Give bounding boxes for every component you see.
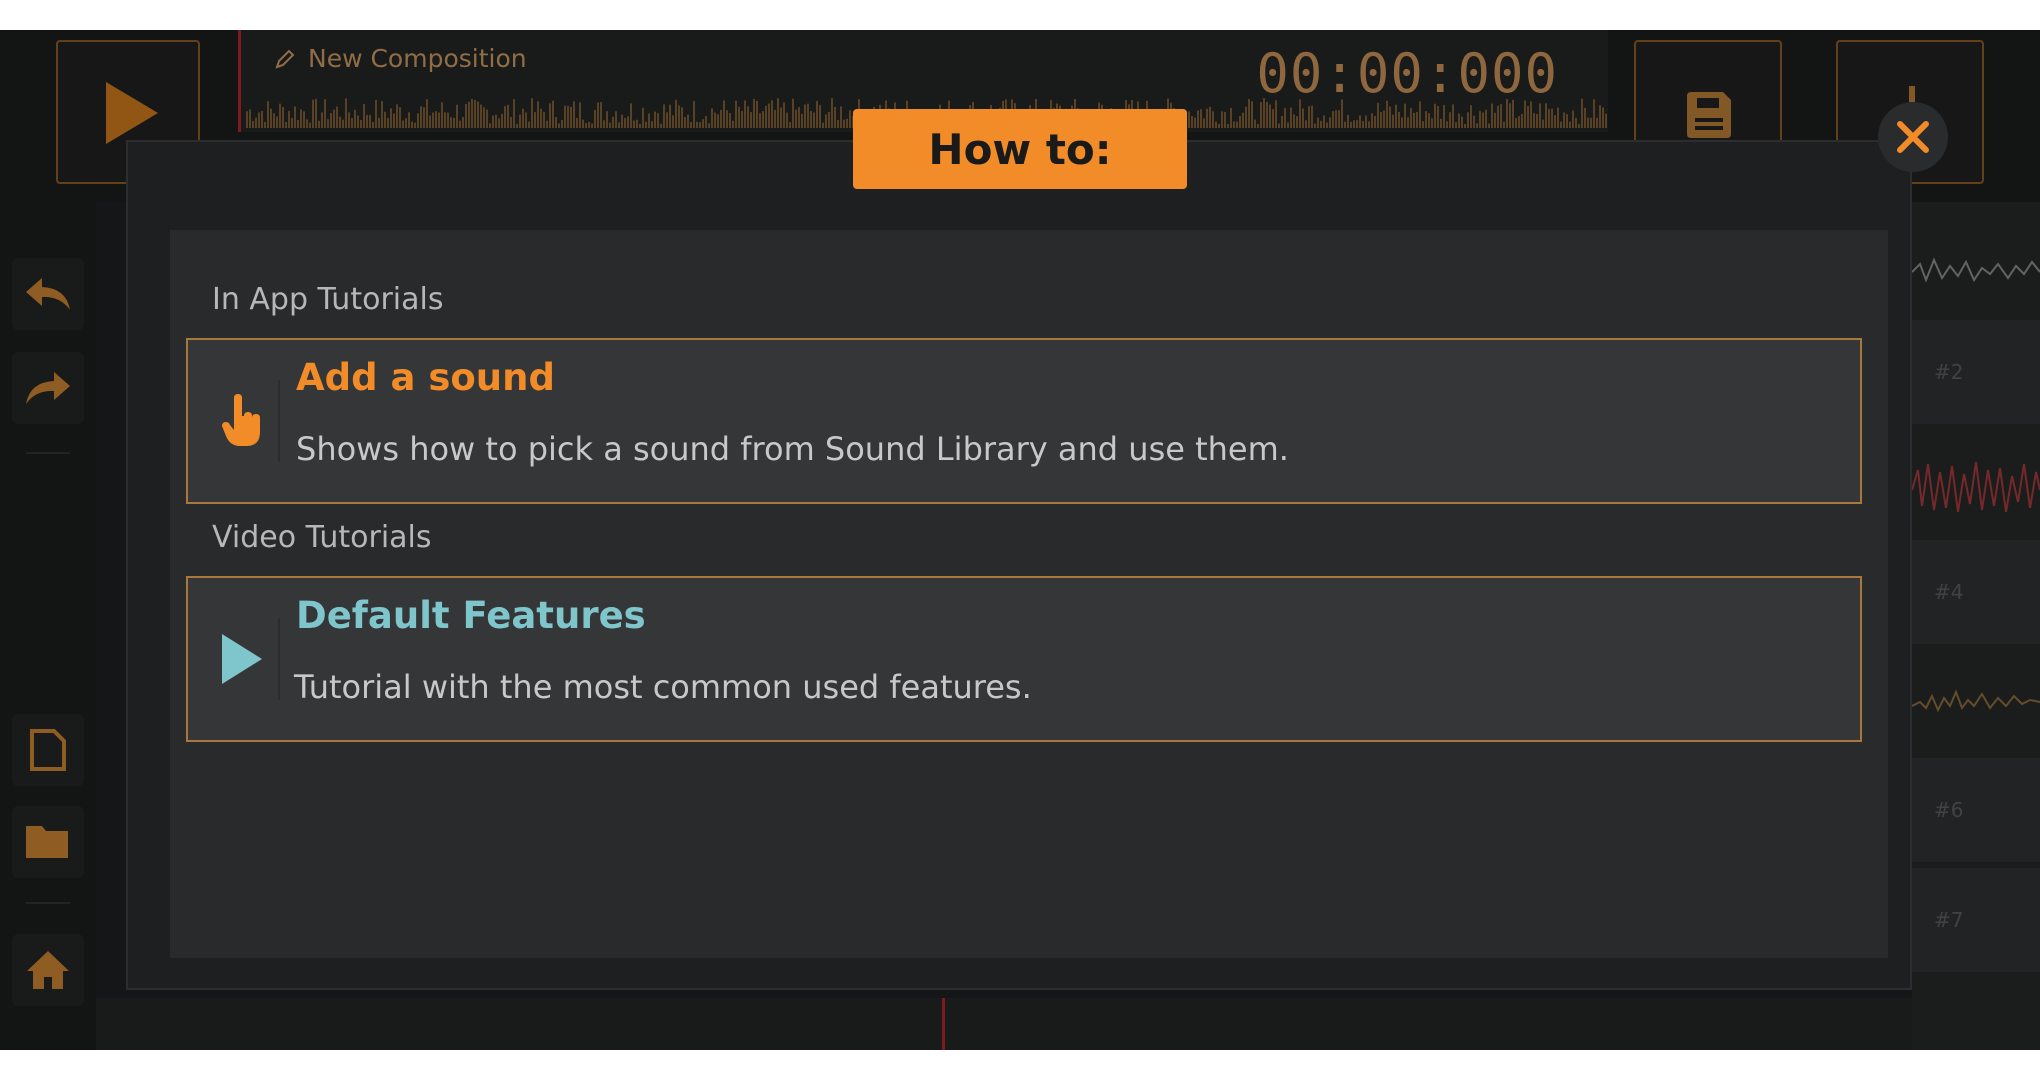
ico-container xyxy=(206,618,280,700)
play-icon xyxy=(222,634,262,684)
tutorial-add-a-sound[interactable]: Add a sound Shows how to pick a sound fr… xyxy=(186,338,1862,504)
tutorial-default-features[interactable]: Default Features Tutorial with the most … xyxy=(186,576,1862,742)
app-window: New Composition 00:00:000 #2 #4 #6 #7 In… xyxy=(0,30,2040,1050)
tutorial-description: Tutorial with the most common used featu… xyxy=(294,668,1032,706)
ico-container xyxy=(206,380,280,462)
tutorials-panel: In App Tutorials Add a sound Shows how t… xyxy=(170,230,1888,958)
dialog-title: How to: xyxy=(853,109,1187,189)
tutorial-description: Shows how to pick a sound from Sound Lib… xyxy=(296,430,1289,468)
how-to-dialog: In App Tutorials Add a sound Shows how t… xyxy=(126,140,1912,990)
close-button[interactable] xyxy=(1878,102,1948,172)
hand-pointer-icon xyxy=(222,394,260,446)
tutorial-title: Default Features xyxy=(296,594,646,637)
tutorial-title: Add a sound xyxy=(296,356,555,399)
section-in-app-tutorials: In App Tutorials xyxy=(212,282,444,317)
close-icon xyxy=(1897,121,1929,153)
section-video-tutorials: Video Tutorials xyxy=(212,520,432,555)
